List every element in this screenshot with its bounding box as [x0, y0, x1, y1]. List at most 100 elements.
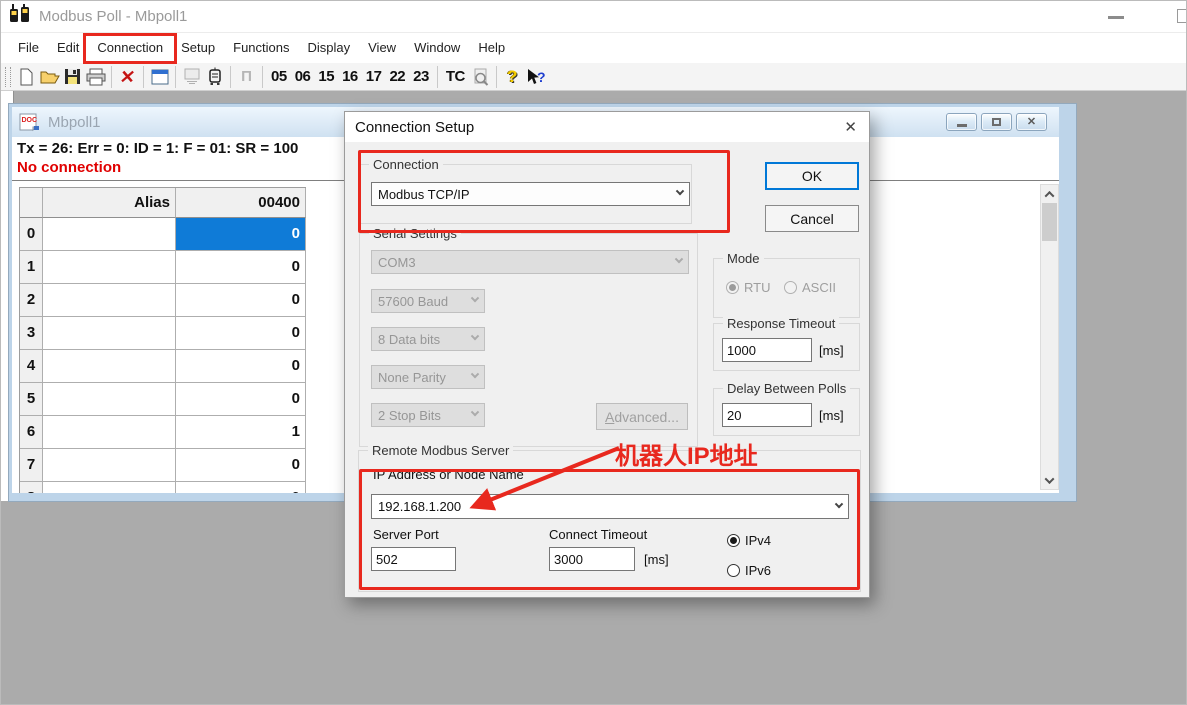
response-timeout-group: Response Timeout [ms] [713, 323, 860, 371]
display-setup-button[interactable] [148, 65, 171, 89]
value-cell[interactable]: 0 [176, 482, 306, 493]
toolbar-separator [496, 66, 497, 88]
function-05-button[interactable]: 05 [267, 65, 291, 89]
child-minimize-button[interactable] [946, 113, 977, 131]
chevron-down-icon [835, 499, 843, 507]
toolbar-grip[interactable] [5, 67, 11, 87]
row-header[interactable]: 0 [20, 218, 43, 251]
row-header[interactable]: 8 [20, 482, 43, 493]
scroll-up-button[interactable] [1041, 185, 1058, 203]
ok-button[interactable]: OK [765, 162, 859, 190]
toolbar-separator [230, 66, 231, 88]
connection-group: Connection Modbus TCP/IP [359, 164, 692, 224]
alias-cell[interactable] [43, 218, 176, 251]
value-cell[interactable]: 0 [176, 449, 306, 482]
alias-cell[interactable] [43, 482, 176, 493]
child-window-title: Mbpoll1 [48, 114, 101, 131]
print-button[interactable] [84, 65, 107, 89]
menu-item-functions[interactable]: Functions [224, 34, 298, 62]
cancel-button[interactable]: Cancel [765, 205, 859, 232]
function-06-button[interactable]: 06 [291, 65, 315, 89]
open-file-button[interactable] [38, 65, 61, 89]
value-cell[interactable]: 0 [176, 284, 306, 317]
register-column-header[interactable]: 00400 [176, 188, 306, 218]
context-help-button[interactable]: ? [524, 65, 547, 89]
chevron-down-icon [471, 332, 479, 340]
table-row: 2 0 [20, 284, 306, 317]
value-cell[interactable]: 0 [176, 350, 306, 383]
delay-between-polls-label: Delay Between Polls [723, 381, 850, 396]
child-maximize-button[interactable] [981, 113, 1012, 131]
corner-header-cell[interactable] [20, 188, 43, 218]
toolbar-separator [111, 66, 112, 88]
row-header[interactable]: 5 [20, 383, 43, 416]
server-port-input[interactable] [371, 547, 456, 571]
register-grid: Alias 00400 0 0 1 0 [19, 187, 306, 493]
comm-log-icon [183, 68, 201, 85]
menu-item-help[interactable]: Help [469, 34, 514, 62]
alias-cell[interactable] [43, 449, 176, 482]
connect-timeout-input[interactable] [549, 547, 635, 571]
delay-between-polls-group: Delay Between Polls [ms] [713, 388, 860, 436]
ipv6-radio[interactable]: IPv6 [727, 563, 771, 578]
menu-item-view[interactable]: View [359, 34, 405, 62]
row-header[interactable]: 3 [20, 317, 43, 350]
radio-icon [726, 281, 739, 294]
ipv4-radio[interactable]: IPv4 [727, 533, 771, 548]
child-close-button[interactable]: ✕ [1016, 113, 1047, 131]
alias-cell[interactable] [43, 317, 176, 350]
scroll-down-button[interactable] [1041, 471, 1058, 489]
value-cell[interactable]: 0 [176, 383, 306, 416]
about-help-button[interactable]: ? [501, 65, 524, 89]
dialog-title: Connection Setup [355, 119, 474, 136]
response-timeout-input[interactable] [722, 338, 812, 362]
value-cell[interactable]: 0 [176, 317, 306, 350]
selected-cell[interactable]: 0 [176, 218, 306, 251]
toolbar-separator [437, 66, 438, 88]
row-header[interactable]: 4 [20, 350, 43, 383]
cancel-poll-button[interactable]: ✕ [114, 65, 140, 89]
menu-item-edit[interactable]: Edit [48, 34, 88, 62]
function-16-button[interactable]: 16 [338, 65, 362, 89]
save-button[interactable] [61, 65, 84, 89]
test-center-button[interactable]: TC [442, 65, 469, 89]
row-header[interactable]: 1 [20, 251, 43, 284]
alias-column-header[interactable]: Alias [43, 188, 176, 218]
window-title: Modbus Poll - Mbpoll1 [39, 8, 187, 25]
row-header[interactable]: 2 [20, 284, 43, 317]
connection-type-dropdown[interactable]: Modbus TCP/IP [371, 182, 690, 206]
radio-icon [784, 281, 797, 294]
dialog-close-button[interactable]: ✕ [844, 118, 857, 136]
alias-cell[interactable] [43, 416, 176, 449]
minimize-button[interactable] [1108, 16, 1124, 19]
alias-cell[interactable] [43, 383, 176, 416]
menu-item-setup[interactable]: Setup [172, 34, 224, 62]
alias-cell[interactable] [43, 251, 176, 284]
menu-item-connection[interactable]: Connection [88, 34, 172, 62]
menu-item-display[interactable]: Display [299, 34, 360, 62]
alias-cell[interactable] [43, 284, 176, 317]
connection-setup-dialog: Connection Setup ✕ Connection Modbus TCP… [344, 111, 870, 598]
function-22-button[interactable]: 22 [385, 65, 409, 89]
mode-group-label: Mode [723, 251, 764, 266]
menu-item-window[interactable]: Window [405, 34, 469, 62]
row-header[interactable]: 6 [20, 416, 43, 449]
new-file-button[interactable] [15, 65, 38, 89]
scrollbar-thumb[interactable] [1042, 203, 1057, 241]
vertical-scrollbar [1040, 184, 1059, 490]
serial-settings-group-label: Serial Settings [369, 226, 461, 241]
row-header[interactable]: 7 [20, 449, 43, 482]
chevron-up-icon [1045, 190, 1055, 200]
function-23-button[interactable]: 23 [409, 65, 433, 89]
toolbar-separator [143, 66, 144, 88]
beeper-button[interactable] [203, 65, 226, 89]
function-15-button[interactable]: 15 [314, 65, 338, 89]
value-cell[interactable]: 1 [176, 416, 306, 449]
function-17-button[interactable]: 17 [362, 65, 386, 89]
dialog-titlebar[interactable]: Connection Setup ✕ [345, 112, 869, 142]
value-cell[interactable]: 0 [176, 251, 306, 284]
delay-between-polls-input[interactable] [722, 403, 812, 427]
alias-cell[interactable] [43, 350, 176, 383]
menu-item-file[interactable]: File [9, 34, 48, 62]
maximize-button[interactable] [1177, 9, 1187, 23]
